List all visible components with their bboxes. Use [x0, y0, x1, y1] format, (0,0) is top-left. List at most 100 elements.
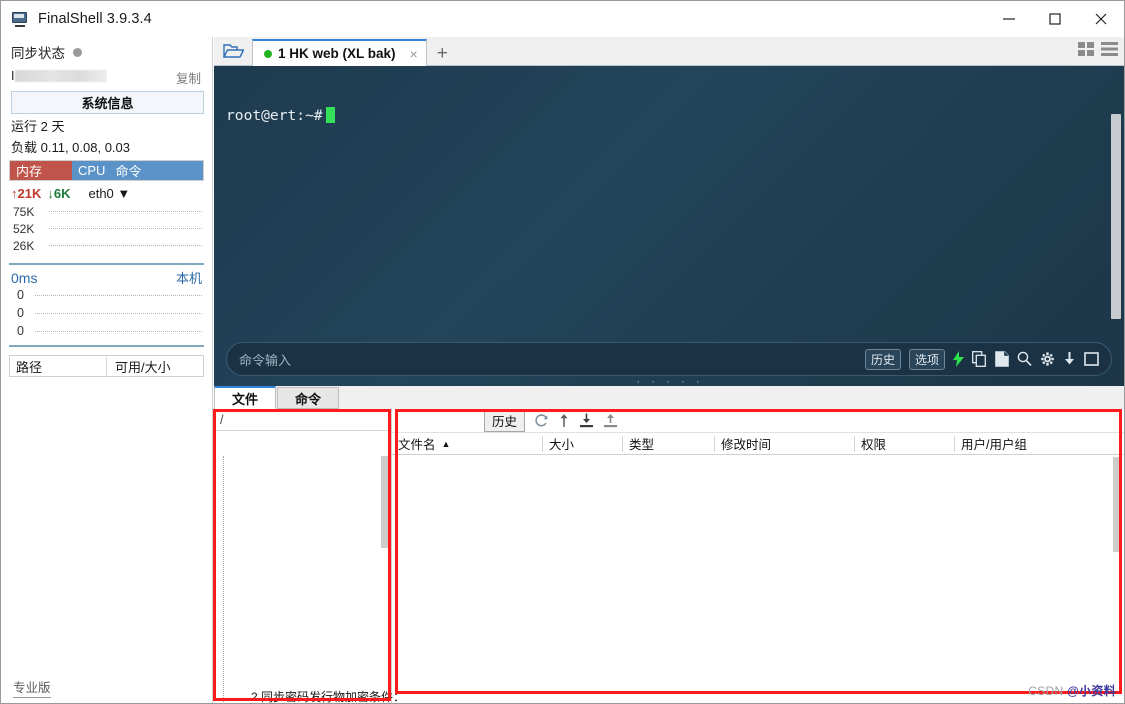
filemanager-panel: / 历史 文件名 ▲ 大小 类型 修改时间 权限 用户/用户组	[214, 409, 1124, 703]
maximize-button[interactable]	[1032, 1, 1078, 37]
layout-buttons	[1078, 42, 1118, 61]
command-input-bar[interactable]: 命令输入 历史 选项	[226, 342, 1112, 376]
lat-y-label-0: 0	[17, 288, 24, 302]
tree-scrollbar[interactable]	[381, 456, 390, 548]
file-list-rows	[392, 455, 1124, 703]
bottom-note: 2.同步密码发行物加密条件：	[251, 690, 406, 704]
paste-icon[interactable]	[995, 351, 1009, 367]
app-title: FinalShell 3.9.3.4	[38, 11, 152, 27]
terminal-history-button[interactable]: 历史	[864, 348, 901, 370]
lat-y-label-2: 0	[17, 324, 24, 338]
connection-status-dot	[264, 49, 272, 58]
file-toolbar: 历史	[392, 409, 1124, 433]
file-list-header: 文件名 ▲ 大小 类型 修改时间 权限 用户/用户组	[392, 433, 1124, 455]
file-list-scrollbar[interactable]	[1113, 457, 1122, 552]
terminal-cursor	[325, 106, 335, 123]
server-ip-redacted	[15, 70, 108, 82]
process-col-cmd-label: 命令	[115, 164, 142, 179]
network-upload-rate: ↑21K	[11, 186, 42, 201]
copy-icon[interactable]	[972, 351, 987, 367]
upload-file-icon[interactable]	[603, 413, 618, 428]
net-y-label-1: 52K	[13, 222, 35, 236]
grid-layout-icon[interactable]	[1078, 42, 1094, 61]
fullscreen-icon[interactable]	[1084, 351, 1099, 367]
latency-graph: 0 0 0	[9, 287, 204, 347]
disk-col-path: 路径	[16, 359, 43, 375]
title-bar: FinalShell 3.9.3.4	[1, 1, 1124, 37]
sort-ascending-icon: ▲	[441, 438, 451, 449]
app-logo-icon	[12, 11, 30, 27]
watermark-handle: @小资料	[1067, 684, 1116, 698]
pro-version-link[interactable]: 专业版	[13, 677, 51, 698]
session-tab[interactable]: 1 HK web (XL bak) ×	[252, 39, 427, 66]
process-col-mem[interactable]: 内存	[10, 161, 72, 180]
path-input[interactable]: /	[214, 409, 391, 431]
latency-value: 0ms	[11, 269, 38, 286]
network-interface-select[interactable]: eth0 ▼	[88, 186, 130, 201]
col-header-mtime[interactable]: 修改时间	[714, 435, 854, 452]
latency-host-label[interactable]: 本机	[176, 268, 202, 287]
command-bar-icons: 历史 选项	[864, 348, 1099, 370]
disk-table-header: 路径 可用/大小	[10, 356, 203, 376]
refresh-icon[interactable]	[534, 413, 549, 428]
copy-ip-button[interactable]: 复制	[176, 68, 201, 87]
list-layout-icon[interactable]	[1101, 42, 1118, 61]
close-button[interactable]	[1078, 1, 1124, 37]
terminal-scrollbar[interactable]	[1111, 114, 1121, 319]
network-download-rate: ↓6K	[47, 186, 71, 201]
splitter-handle[interactable]: · · · · ·	[214, 378, 1124, 386]
process-table: 内存 CPU 命令	[9, 160, 204, 181]
terminal-panel[interactable]: root@ert:~# 命令输入 历史 选项 · · · · ·	[214, 66, 1124, 386]
uptime-label: 运行 2 天	[11, 119, 65, 134]
tab-files[interactable]: 文件	[214, 386, 276, 409]
download-file-icon[interactable]	[579, 413, 594, 428]
sync-status-indicator	[73, 47, 82, 57]
up-directory-icon[interactable]	[558, 413, 570, 428]
session-tab-strip: 1 HK web (XL bak) × +	[214, 37, 1124, 66]
col-header-owner[interactable]: 用户/用户组	[954, 435, 1074, 452]
col-header-type[interactable]: 类型	[622, 435, 714, 452]
lat-y-label-1: 0	[17, 306, 24, 320]
main-pane: 1 HK web (XL bak) × + root@ert:~# 命令输入 历…	[214, 37, 1124, 703]
download-icon[interactable]	[1063, 351, 1076, 367]
col-header-size[interactable]: 大小	[542, 435, 622, 452]
net-y-label-2: 26K	[13, 239, 35, 253]
file-history-button[interactable]: 历史	[484, 409, 526, 432]
directory-tree	[214, 432, 391, 703]
watermark: CSDN @小资料	[1028, 682, 1116, 699]
open-folder-icon[interactable]	[214, 36, 252, 65]
terminal-options-button[interactable]: 选项	[908, 348, 945, 370]
sidebar: 同步状态 I 复制 系统信息 运行 2 天 负载 0.11, 0.08, 0.0…	[1, 37, 213, 703]
process-col-cpu-label: CPU	[78, 163, 106, 178]
terminal-output: root@ert:~#	[214, 66, 1124, 127]
col-header-name[interactable]: 文件名 ▲	[392, 436, 542, 452]
server-ip-prefix: I	[11, 69, 15, 83]
server-ip-row: I 复制	[1, 65, 212, 87]
tab-commands[interactable]: 命令	[277, 387, 339, 409]
terminal-prompt: root@ert:~#	[226, 106, 323, 124]
col-header-name-label: 文件名	[398, 438, 436, 452]
sync-status-label: 同步状态	[11, 46, 65, 61]
chevron-down-icon: ▼	[117, 186, 131, 201]
gear-icon[interactable]	[1040, 351, 1055, 367]
network-traffic-graph: 75K 52K 26K	[9, 203, 204, 265]
net-bars	[39, 203, 205, 265]
file-list-panel: 历史 文件名 ▲ 大小 类型 修改时间 权限 用户/用户组	[392, 409, 1124, 703]
session-tab-label: 1 HK web (XL bak)	[278, 46, 396, 61]
window-controls	[986, 1, 1124, 37]
load-average-label: 负载 0.11, 0.08, 0.03	[11, 140, 130, 155]
col-header-permissions[interactable]: 权限	[854, 435, 954, 452]
sync-status-row: 同步状态	[1, 37, 212, 65]
command-input[interactable]: 命令输入	[239, 350, 291, 369]
directory-tree-panel: /	[214, 409, 392, 703]
lightning-icon[interactable]	[953, 351, 964, 367]
process-col-cpu-cmd[interactable]: CPU 命令	[72, 161, 203, 180]
system-info-button[interactable]: 系统信息	[11, 91, 204, 114]
session-tab-close-icon[interactable]: ×	[410, 46, 418, 62]
finalshell-window: FinalShell 3.9.3.4 同步状态 I 复制 系统信息 运行 2 天…	[0, 0, 1125, 704]
new-tab-button[interactable]: +	[427, 44, 456, 65]
search-icon[interactable]	[1017, 351, 1032, 367]
network-interface-label: eth0	[88, 186, 114, 201]
minimize-button[interactable]	[986, 1, 1032, 37]
latency-header: 0ms 本机	[1, 265, 212, 287]
